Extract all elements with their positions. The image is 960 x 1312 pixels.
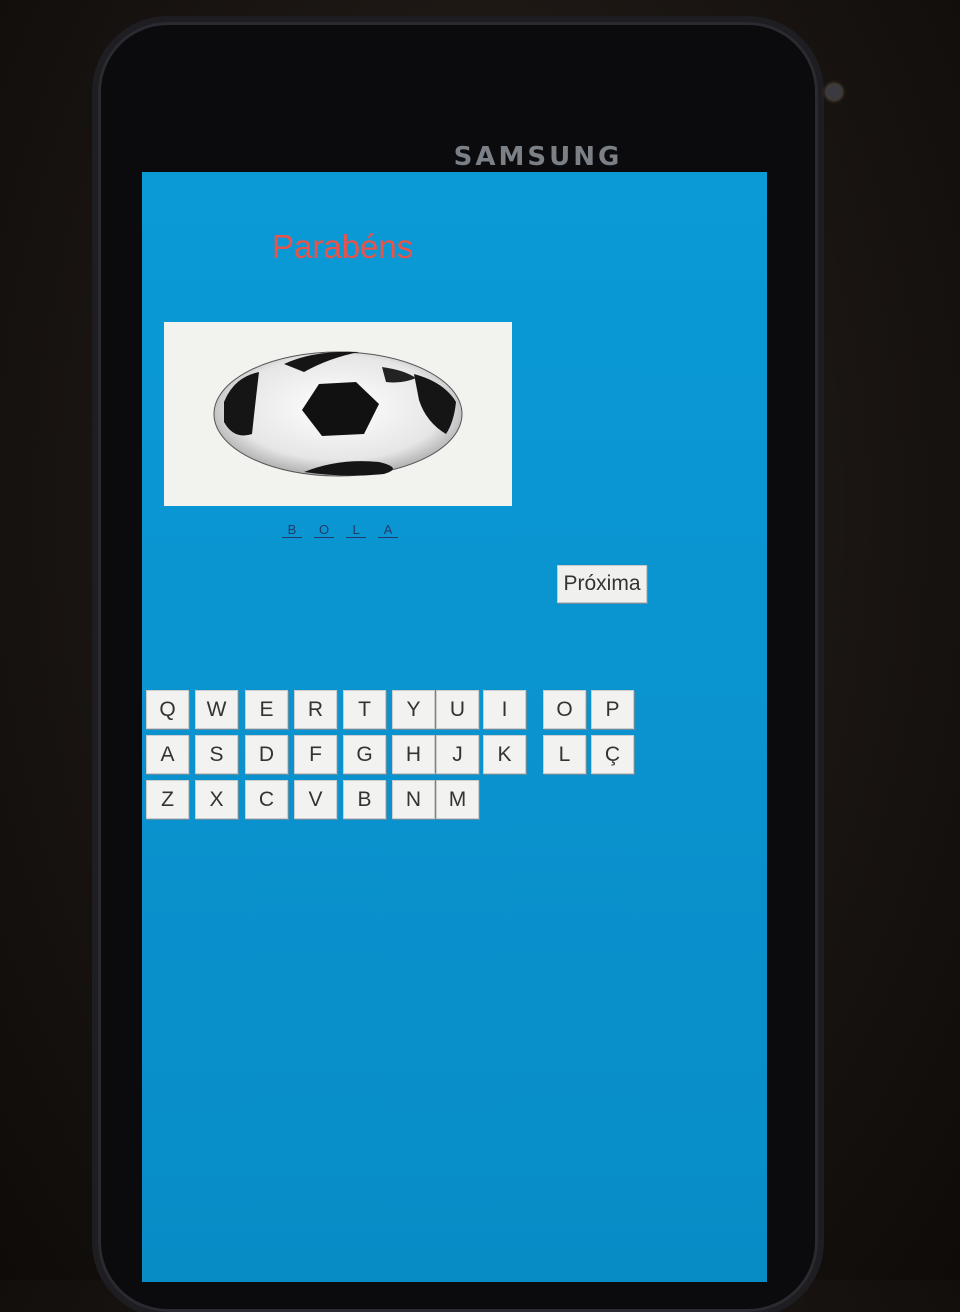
next-button[interactable]: Próxima	[557, 565, 647, 603]
answer-row: B O L A	[282, 522, 399, 538]
answer-letter: O	[314, 522, 335, 538]
key-p[interactable]: P	[591, 690, 634, 729]
key-v[interactable]: V	[294, 780, 337, 819]
key-z[interactable]: Z	[146, 780, 189, 819]
key-f[interactable]: F	[294, 735, 337, 774]
key-r[interactable]: R	[294, 690, 337, 729]
key-d[interactable]: D	[245, 735, 288, 774]
key-y[interactable]: Y	[392, 690, 435, 729]
key-c-cedilla[interactable]: Ç	[591, 735, 634, 774]
key-g[interactable]: G	[343, 735, 386, 774]
key-q[interactable]: Q	[146, 690, 189, 729]
key-m[interactable]: M	[436, 780, 479, 819]
congrats-title: Parabéns	[272, 228, 414, 265]
key-t[interactable]: T	[343, 690, 386, 729]
key-k[interactable]: K	[483, 735, 526, 774]
key-h[interactable]: H	[392, 735, 435, 774]
key-w[interactable]: W	[195, 690, 238, 729]
key-c[interactable]: C	[245, 780, 288, 819]
key-i[interactable]: I	[483, 690, 526, 729]
key-n[interactable]: N	[392, 780, 435, 819]
key-a[interactable]: A	[146, 735, 189, 774]
key-l[interactable]: L	[543, 735, 586, 774]
key-j[interactable]: J	[436, 735, 479, 774]
key-u[interactable]: U	[436, 690, 479, 729]
key-s[interactable]: S	[195, 735, 238, 774]
brand-logo: SAMSUNG	[453, 142, 623, 172]
answer-letter: B	[282, 522, 302, 538]
key-e[interactable]: E	[245, 690, 288, 729]
app-screen: Parabéns B O L A Próxima Q W E R T Y U I…	[142, 172, 767, 1282]
soccer-ball-icon	[213, 351, 463, 477]
answer-letter: A	[378, 522, 399, 538]
key-x[interactable]: X	[195, 780, 238, 819]
key-b[interactable]: B	[343, 780, 386, 819]
front-camera-icon	[826, 84, 842, 100]
answer-letter: L	[346, 522, 367, 538]
key-o[interactable]: O	[543, 690, 586, 729]
word-picture	[164, 322, 512, 506]
